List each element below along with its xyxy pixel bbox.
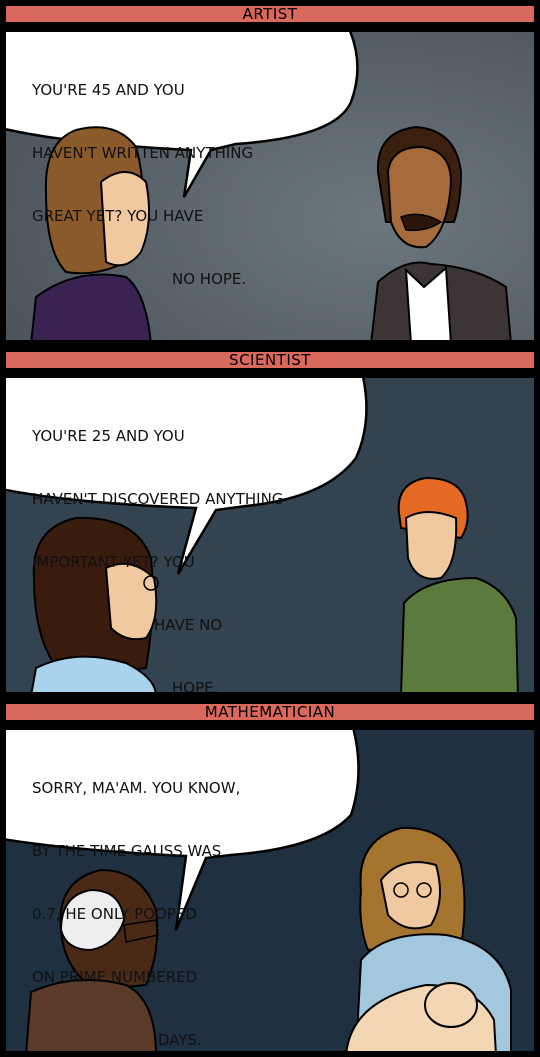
bubble-line: GREAT YET? YOU HAVE — [32, 207, 204, 225]
bubble-line: BY THE TIME GAUSS WAS — [32, 842, 222, 860]
speech-bubble-text: YOU'RE 25 AND YOU HAVEN'T DISCOVERED ANY… — [32, 384, 284, 694]
bubble-line: YOU'RE 45 AND YOU — [32, 81, 185, 99]
bubble-line: YOU'RE 25 AND YOU — [32, 427, 185, 445]
bubble-line: DAYS. — [158, 1031, 202, 1049]
comic-strip: ARTIST YOU'RE 45 AND YOU HAVEN'T WRITTEN… — [0, 0, 540, 1057]
bubble-line: ON PRIME NUMBERED — [32, 968, 198, 986]
panel-scene: YOU'RE 45 AND YOU HAVEN'T WRITTEN ANYTHI… — [4, 30, 536, 342]
bubble-line: HAVE NO — [154, 616, 223, 634]
bubble-line: HAVEN'T DISCOVERED ANYTHING — [32, 490, 284, 508]
bubble-line: SORRY, MA'AM. YOU KNOW, — [32, 779, 241, 797]
speech-bubble-text: SORRY, MA'AM. YOU KNOW, BY THE TIME GAUS… — [32, 736, 241, 1051]
panel-artist: ARTIST YOU'RE 45 AND YOU HAVEN'T WRITTEN… — [0, 0, 540, 346]
panel-title: SCIENTIST — [4, 350, 536, 370]
bubble-line: HAVEN'T WRITTEN ANYTHING — [32, 144, 254, 162]
panel-scene: SORRY, MA'AM. YOU KNOW, BY THE TIME GAUS… — [4, 728, 536, 1053]
panel-mathematician: MATHEMATICIAN SORRY, MA'AM. YOU KNOW, BY… — [0, 698, 540, 1057]
bubble-line: IMPORTANT YET? YOU — [32, 553, 195, 571]
panel-scientist: SCIENTIST YOU'RE 25 AND YOU HAVEN'T DISC… — [0, 346, 540, 698]
bubble-line: 0.7, HE ONLY POOPED — [32, 905, 197, 923]
panel-title: MATHEMATICIAN — [4, 702, 536, 722]
bubble-line: NO HOPE. — [172, 270, 247, 288]
panel-title: ARTIST — [4, 4, 536, 24]
speech-bubble-text: YOU'RE 45 AND YOU HAVEN'T WRITTEN ANYTHI… — [32, 38, 253, 332]
panel-scene: YOU'RE 25 AND YOU HAVEN'T DISCOVERED ANY… — [4, 376, 536, 694]
bubble-line: HOPE. — [172, 679, 219, 694]
